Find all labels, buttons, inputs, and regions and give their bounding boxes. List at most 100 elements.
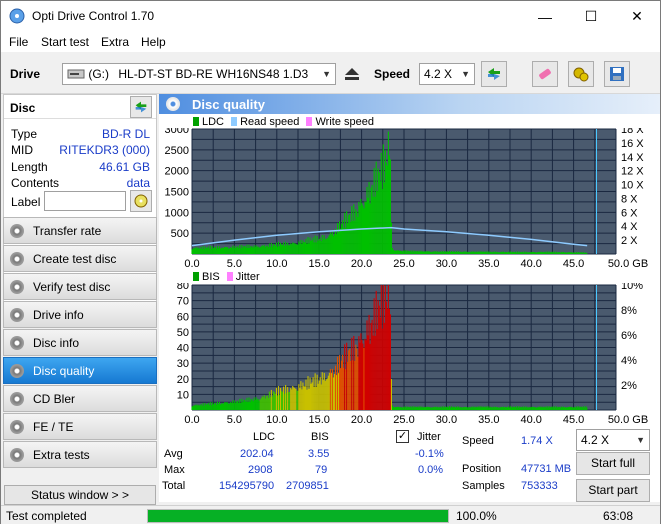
y-tick-label: 30	[177, 358, 189, 370]
title-bar: Opti Drive Control 1.70 — ☐ ✕	[1, 1, 660, 32]
x-tick-label: 35.0	[478, 414, 499, 426]
nav-transfer-rate[interactable]: Transfer rate	[3, 217, 157, 244]
speed-select[interactable]: 4.2 X ▼	[419, 63, 475, 85]
x-tick-label: 15.0	[308, 414, 329, 426]
stats-col-ldc: LDC	[253, 431, 276, 443]
status-window-button[interactable]: Status window > >	[4, 485, 156, 505]
disc-refresh-button[interactable]	[130, 96, 152, 118]
bis-chart: 10 20 30 40 50 60 70 80 2% 4% 6% 8% 10% 0.0 5.0 10.0 15.…	[177, 283, 648, 426]
speed-value: 4.2 X	[424, 67, 453, 81]
x-tick-label: 35.0	[478, 258, 499, 268]
y-tick-label: 3000	[165, 128, 189, 136]
disc-icon	[10, 364, 24, 378]
save-button[interactable]	[604, 61, 630, 87]
minimize-button[interactable]: —	[522, 1, 568, 32]
disc-icon	[10, 392, 24, 406]
status-text: Test completed	[6, 509, 87, 523]
menu-extra[interactable]: Extra	[101, 35, 129, 49]
stats-col-bis: BIS	[311, 431, 329, 443]
test-speed-value: 4.2 X	[581, 433, 610, 447]
nav-disc-info[interactable]: Disc info	[3, 329, 157, 356]
panel-header: Disc quality	[159, 94, 660, 114]
x-tick-label: 30.0	[436, 258, 457, 268]
sidebar: Disc Type BD-R DL MID RITEKDR3 (000) Len…	[2, 94, 158, 505]
refresh-button[interactable]	[481, 61, 507, 87]
drive-select[interactable]: (G:) HL-DT-ST BD-RE WH16NS48 1.D3 ▼	[62, 63, 336, 85]
maximize-button[interactable]: ☐	[568, 1, 614, 32]
nav-disc-quality[interactable]: Disc quality	[3, 357, 157, 384]
bis-swatch	[193, 272, 199, 281]
chevron-down-icon: ▼	[461, 69, 470, 79]
stats-avg-jitter: -0.1%	[415, 448, 444, 460]
disc-panel-header: Disc	[4, 95, 156, 119]
stats-total-bis: 2709851	[286, 480, 329, 492]
y-tick-label: 70	[177, 296, 189, 308]
y2-tick-label: 4 X	[621, 221, 638, 233]
progress-label: 100.0%	[456, 509, 497, 523]
x-tick-label: 30.0	[436, 414, 457, 426]
minimize-icon: —	[538, 8, 552, 25]
disc-edit-icon	[134, 194, 148, 208]
disc-icon	[10, 252, 24, 266]
close-button[interactable]: ✕	[614, 1, 660, 32]
panel-title: Disc quality	[192, 97, 265, 112]
ldc-swatch	[193, 117, 199, 126]
disc-mid-label: MID	[11, 143, 33, 157]
x-tick-label: 45.0	[563, 414, 584, 426]
speed-stat-value: 1.74 X	[521, 435, 553, 447]
test-speed-select[interactable]: 4.2 X ▼	[576, 429, 650, 451]
x-tick-label: 0.0	[184, 258, 199, 268]
nav-verify-test-disc[interactable]: Verify test disc	[3, 273, 157, 300]
menu-start-test[interactable]: Start test	[41, 35, 89, 49]
disc-icon	[166, 97, 180, 111]
start-full-button[interactable]: Start full	[576, 452, 650, 475]
x-tick-label: 25.0	[393, 414, 414, 426]
legend-write-speed: Write speed	[315, 116, 374, 128]
close-icon: ✕	[631, 8, 643, 24]
eject-button[interactable]	[339, 61, 365, 87]
y-tick-label: 60	[177, 311, 189, 323]
drive-icon	[67, 69, 85, 79]
nav-create-test-disc[interactable]: Create test disc	[3, 245, 157, 272]
samples-label: Samples	[462, 480, 505, 492]
y2-tick-label: 8%	[621, 305, 637, 317]
x-tick-label: 25.0	[393, 258, 414, 268]
y-tick-label: 2500	[165, 145, 189, 157]
erase-button[interactable]	[532, 61, 558, 87]
disc-mid-value: RITEKDR3 (000)	[59, 143, 150, 157]
bottom-chart-legend: BIS Jitter	[193, 271, 260, 283]
write-speed-swatch	[306, 117, 313, 126]
stats-max-ldc: 2908	[248, 464, 273, 476]
progress-bar	[147, 509, 449, 523]
start-part-button[interactable]: Start part	[576, 479, 650, 502]
elapsed-time: 63:08	[603, 509, 634, 523]
maximize-icon: ☐	[584, 8, 598, 24]
nav-extra-tests[interactable]: Extra tests	[3, 441, 157, 468]
nav-cd-bler[interactable]: CD Bler	[3, 385, 157, 412]
jitter-swatch	[226, 272, 233, 281]
y2-tick-label: 14 X	[621, 152, 644, 164]
disc-label-label: Label	[11, 195, 41, 209]
jitter-label: Jitter	[417, 431, 441, 443]
ldc-chart: 500 1000 1500 2000 2500 3000 2 X 4 X 6 X 8 X10 X 1…	[165, 128, 649, 268]
jitter-checkbox[interactable]: ✓	[396, 430, 409, 443]
settings-button[interactable]	[568, 61, 594, 87]
disc-label-input[interactable]	[44, 191, 126, 211]
nav-fe-te[interactable]: FE / TE	[3, 413, 157, 440]
menu-file[interactable]: File	[9, 35, 28, 49]
disc-label-apply-button[interactable]	[130, 190, 152, 212]
menu-help[interactable]: Help	[141, 35, 166, 49]
y2-tick-label: 6%	[621, 330, 637, 342]
nav-drive-info[interactable]: Drive info	[3, 301, 157, 328]
disc-icon	[10, 420, 24, 434]
chevron-down-icon: ▼	[322, 69, 331, 79]
stats-max-jitter: 0.0%	[418, 464, 444, 476]
drive-letter: (G:)	[88, 67, 110, 81]
position-label: Position	[462, 463, 502, 475]
x-tick-label: 50.0 GB	[608, 258, 648, 268]
window-title: Opti Drive Control 1.70	[32, 9, 155, 23]
app-disc-icon	[9, 8, 25, 24]
disc-contents-label: Contents	[11, 176, 60, 190]
legend-jitter: Jitter	[235, 271, 260, 283]
disc-length-label: Length	[11, 160, 48, 174]
